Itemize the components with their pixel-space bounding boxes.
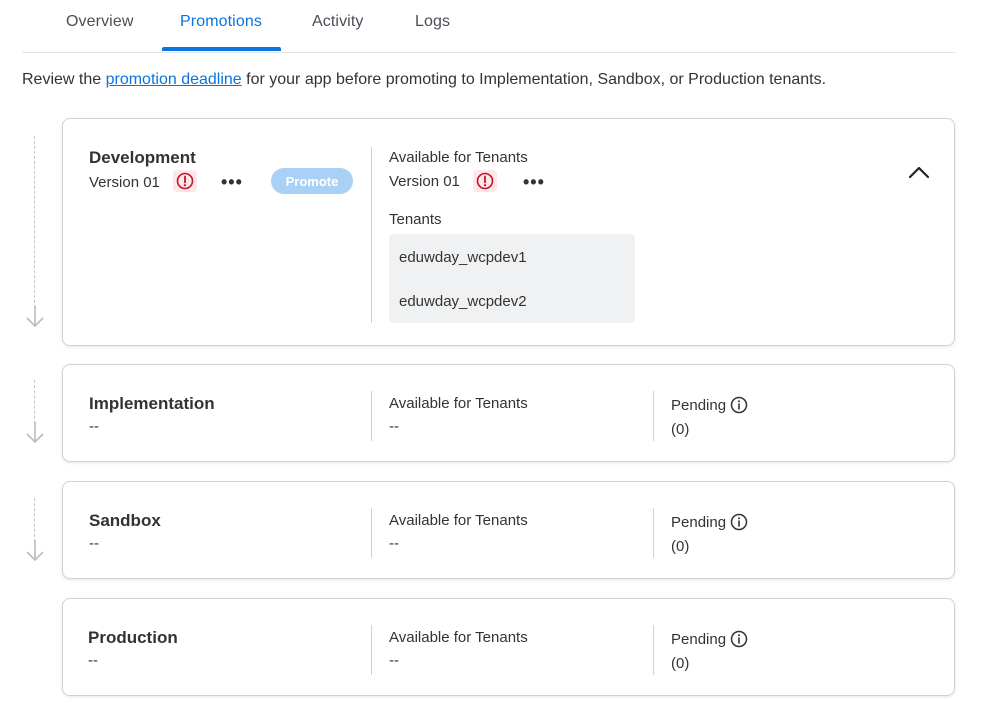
stage-version: -- [89,535,99,552]
tab-bar: Overview Promotions Activity Logs [22,0,956,53]
promotion-intro: Review the promotion deadline for your a… [22,71,826,89]
pending-header: Pending [671,630,748,648]
tab-overview[interactable]: Overview [66,13,133,31]
stage-title: Production [88,628,178,647]
timeline-connector-implementation [25,380,45,444]
pending-count: (0) [671,538,690,555]
pending-header: Pending [671,396,748,414]
available-value: -- [389,652,399,669]
pending-count: (0) [671,421,690,438]
stage-card-development: Development Version 01 ••• Promote Avail… [62,118,955,346]
available-for-tenants-label: Available for Tenants [389,395,528,412]
stage-card-sandbox[interactable]: Sandbox -- Available for Tenants -- Pend… [62,481,955,579]
info-circle-icon[interactable] [730,630,748,648]
column-divider [653,508,654,558]
timeline-connector-sandbox [25,498,45,562]
stage-version: -- [88,652,98,669]
arrow-down-icon [26,306,44,328]
stage-card-production[interactable]: Production -- Available for Tenants -- P… [62,598,955,696]
stage-title: Sandbox [89,511,161,530]
active-tab-indicator [162,47,281,51]
intro-suffix: for your app before promoting to Impleme… [241,71,827,88]
exclamation-circle-icon[interactable] [473,170,497,192]
chevron-up-icon [908,166,930,179]
tenant-item: eduwday_wcpdev1 [399,249,527,266]
intro-prefix: Review the [22,71,106,88]
info-circle-icon[interactable] [730,513,748,531]
exclamation-circle-icon[interactable] [173,170,197,192]
stage-card-implementation[interactable]: Implementation -- Available for Tenants … [62,364,955,462]
tab-logs[interactable]: Logs [415,13,450,31]
column-divider [371,625,372,675]
tenant-list: eduwday_wcpdev1 eduwday_wcpdev2 [389,234,635,323]
pending-label: Pending [671,513,727,531]
arrow-down-icon [26,422,44,444]
column-divider [371,147,372,323]
tenant-item: eduwday_wcpdev2 [399,293,527,310]
stage-title: Implementation [89,394,215,413]
tab-promotions[interactable]: Promotions [180,13,262,31]
pending-header: Pending [671,513,748,531]
tab-activity[interactable]: Activity [312,13,363,31]
stage-version: Version 01 [89,174,160,191]
pending-label: Pending [671,396,727,414]
tenants-label: Tenants [389,211,442,228]
available-for-tenants-label: Available for Tenants [389,629,528,646]
stage-version: -- [89,418,99,435]
column-divider [653,625,654,675]
info-circle-icon[interactable] [730,396,748,414]
stage-title: Development [89,148,196,167]
more-horizontal-icon[interactable]: ••• [221,173,243,191]
column-divider [371,508,372,558]
promotion-deadline-link[interactable]: promotion deadline [106,71,242,88]
more-horizontal-icon[interactable]: ••• [523,173,545,191]
available-for-tenants-label: Available for Tenants [389,512,528,529]
promote-button[interactable]: Promote [271,168,353,194]
available-value: -- [389,535,399,552]
available-value: -- [389,418,399,435]
pending-label: Pending [671,630,727,648]
column-divider [653,391,654,441]
column-divider [371,391,372,441]
timeline-connector-development [25,136,45,328]
pending-count: (0) [671,655,690,672]
available-for-tenants-label: Available for Tenants [389,149,528,166]
arrow-down-icon [26,540,44,562]
collapse-button[interactable] [906,162,932,182]
available-version: Version 01 [389,173,460,190]
